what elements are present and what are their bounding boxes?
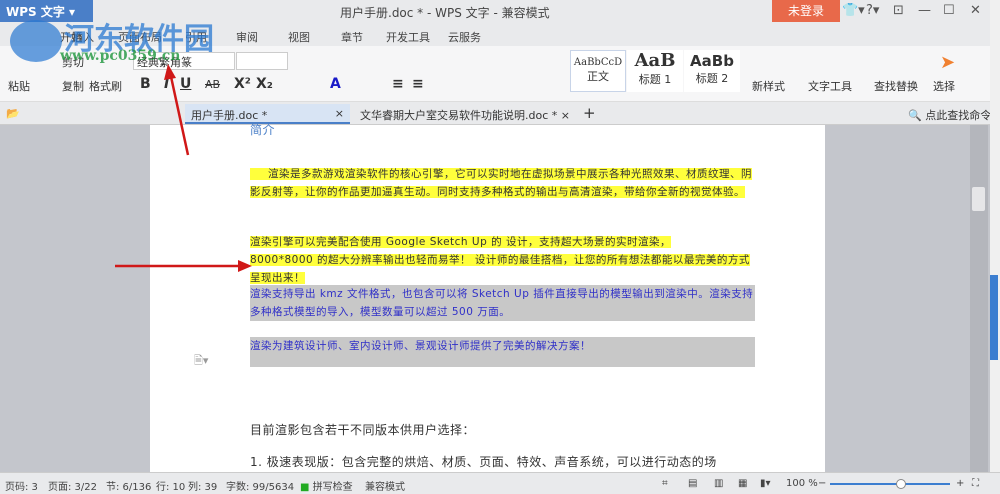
zoom-level[interactable]: 100 % (786, 478, 818, 489)
view-web-icon[interactable]: ▦ (738, 478, 747, 489)
status-compat-mode: 兼容模式 (365, 482, 405, 493)
zoom-in-button[interactable]: + (956, 478, 964, 489)
status-row: 行: 10 (156, 482, 186, 493)
status-col: 列: 39 (188, 482, 218, 493)
annotation-arrows (115, 64, 252, 272)
spell-check[interactable]: ■ 拼写检查 (300, 478, 353, 493)
zoom-slider-thumb[interactable] (896, 479, 906, 489)
status-word-count[interactable]: 字数: 99/5634 (226, 478, 294, 493)
status-page: 页码: 3 (5, 482, 38, 493)
view-fullscreen-icon[interactable]: ⌗ (662, 478, 668, 489)
spell-check-label: 拼写检查 (312, 482, 353, 493)
zoom-out-button[interactable]: − (818, 478, 826, 489)
status-section: 节: 6/136 (106, 482, 152, 493)
eye-protect-icon[interactable]: ▮▾ (760, 478, 771, 489)
status-pages[interactable]: 页面: 3/22 (48, 478, 97, 493)
status-bar: 页码: 3 页面: 3/22 节: 6/136 行: 10 列: 39 字数: … (0, 472, 1000, 494)
fit-window-icon[interactable]: ⛶ (972, 478, 979, 489)
arrow-to-font (168, 71, 190, 156)
view-outline-icon[interactable]: ▥ (714, 478, 723, 489)
view-page-icon[interactable]: ▤ (688, 478, 697, 489)
zoom-slider[interactable] (830, 479, 950, 489)
